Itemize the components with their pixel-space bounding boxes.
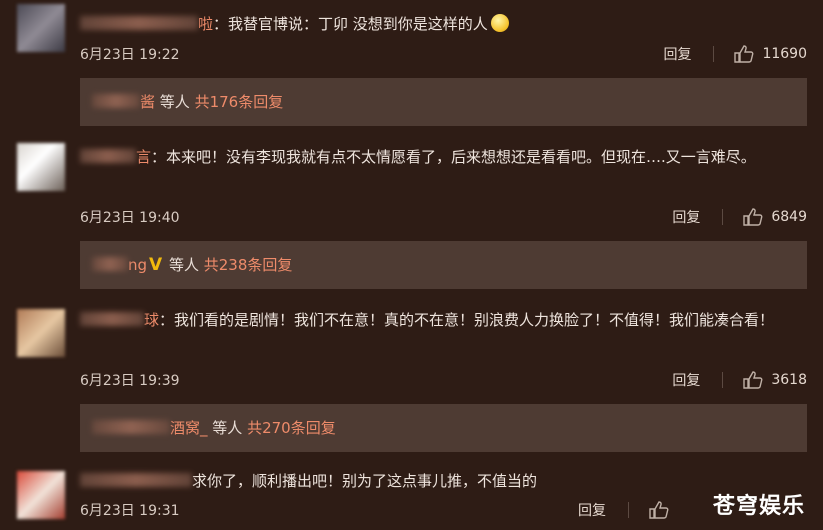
comment-meta: 6月23日 19:22 回复 11690 [80,44,807,64]
username-blurred[interactable] [80,16,198,30]
username-blurred[interactable] [80,312,144,326]
timestamp: 6月23日 19:40 [80,210,180,226]
comment-meta: 6月23日 19:39 回复 3618 [80,370,807,390]
reply-username-blurred[interactable] [92,257,128,271]
reply-count-link[interactable]: 共238条回复 [204,256,293,274]
comment-body: ：我替官博说：丁卯 没想到你是这样的人 [213,15,488,33]
reply-username-tail[interactable]: 酱 [140,93,155,111]
comment-actions: 回复 11690 [663,44,807,64]
smile-emoji-icon [490,14,509,32]
reply-button[interactable]: 回复 [578,500,606,520]
reply-username-blurred[interactable] [92,420,170,434]
reply-username-blurred[interactable] [92,94,140,108]
username-tail[interactable]: 言 [136,148,151,166]
avatar[interactable] [17,4,65,52]
reply-button[interactable]: 回复 [672,370,700,390]
comment-text: 言：本来吧！没有李现我就有点不太情愿看了，后来想想还是看看吧。但现在….又一言难… [80,142,792,172]
reply-label: 等人 [164,256,204,274]
reply-button[interactable]: 回复 [672,207,700,227]
reply-username-tail[interactable]: ng [128,256,147,274]
thumbs-up-icon[interactable] [734,45,754,63]
comment-meta: 6月23日 19:40 回复 6849 [80,207,807,227]
comment-actions: 回复 3618 [672,370,807,390]
username-tail[interactable]: 球 [144,311,159,329]
thumbs-up-icon[interactable] [743,371,763,389]
reply-count-link[interactable]: 共176条回复 [195,93,284,111]
thumbs-up-icon[interactable] [649,501,669,519]
avatar[interactable] [17,309,65,357]
comment-actions: 回复 [578,500,677,520]
avatar[interactable] [17,471,65,519]
watermark-text: 苍穹娱乐 [712,494,805,519]
verified-v-icon: V [149,255,163,275]
username-blurred[interactable] [80,473,192,487]
replies-summary[interactable]: 酱 等人 共176条回复 [80,78,807,126]
reply-count-link[interactable]: 共270条回复 [247,419,336,437]
reply-label: 等人 [155,93,195,111]
avatar[interactable] [17,143,65,191]
comment-text: 求你了，顺利播出吧！别为了这点事儿推，不值当的 [80,466,792,496]
reply-username-tail[interactable]: 酒窝_ [170,419,208,437]
username-blurred[interactable] [80,149,136,163]
reply-button[interactable]: 回复 [663,44,691,64]
comment-meta: 6月23日 19:31 回复 [80,500,807,520]
comment-text: 球：我们看的是剧情！我们不在意！真的不在意！别浪费人力换脸了！不值得！我们能凑合… [80,305,792,335]
thumbs-up-icon[interactable] [743,208,763,226]
like-count: 3618 [771,372,807,388]
comment-body: ：本来吧！没有李现我就有点不太情愿看了，后来想想还是看看吧。但现在….又一言难尽… [151,148,756,166]
comment-body: ：我们看的是剧情！我们不在意！真的不在意！别浪费人力换脸了！不值得！我们能凑合看… [159,311,775,329]
comment-actions: 回复 6849 [672,207,807,227]
divider [722,209,724,225]
divider [722,372,724,388]
divider [628,502,629,518]
comment-text: 啦：我替官博说：丁卯 没想到你是这样的人 [80,9,792,39]
timestamp: 6月23日 19:31 [80,503,180,519]
reply-label: 等人 [207,419,248,437]
replies-summary[interactable]: ng V 等人 共238条回复 [80,241,807,289]
like-count: 6849 [771,209,807,225]
timestamp: 6月23日 19:39 [80,373,180,389]
username-tail[interactable]: 啦 [198,15,213,33]
replies-summary[interactable]: 酒窝_ 等人 共270条回复 [80,404,807,452]
timestamp: 6月23日 19:22 [80,47,180,63]
divider [713,46,715,62]
comment-body: 求你了，顺利播出吧！别为了这点事儿推，不值当的 [192,472,538,490]
like-count: 11690 [762,46,807,62]
